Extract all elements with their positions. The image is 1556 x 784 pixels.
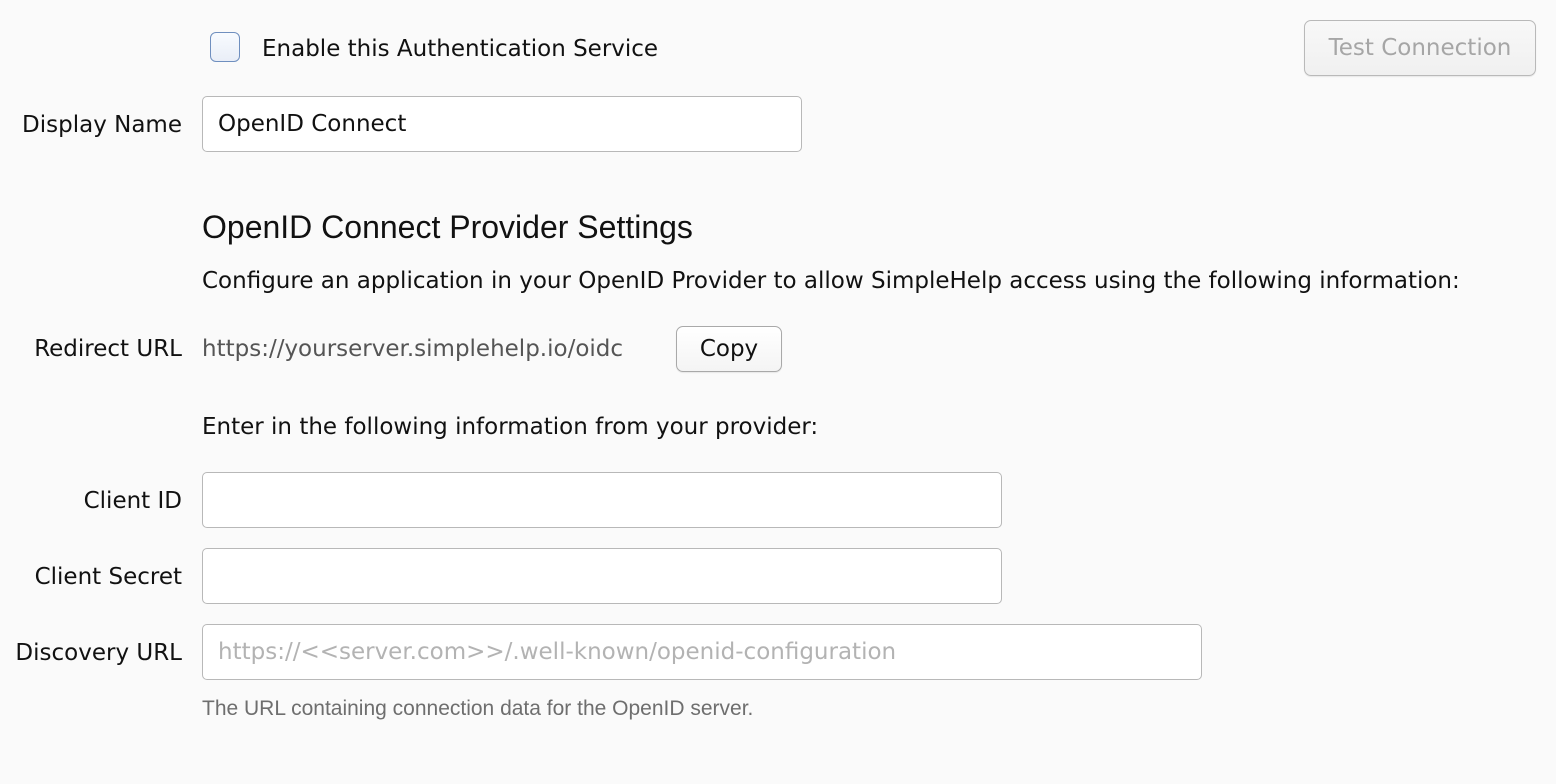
- enable-service-checkbox[interactable]: [210, 32, 240, 62]
- client-secret-label: Client Secret: [34, 564, 182, 590]
- client-id-field[interactable]: [202, 472, 1002, 528]
- section-title: OpenID Connect Provider Settings: [202, 209, 693, 245]
- copy-button[interactable]: Copy: [676, 326, 782, 372]
- redirect-url-label: Redirect URL: [34, 336, 182, 362]
- client-secret-field[interactable]: [202, 548, 1002, 604]
- display-name-label: Display Name: [22, 112, 182, 138]
- test-connection-button[interactable]: Test Connection: [1304, 20, 1536, 76]
- client-secret-input[interactable]: [218, 563, 986, 589]
- discovery-url-input[interactable]: [218, 639, 1186, 665]
- client-id-label: Client ID: [83, 488, 182, 514]
- enter-info-text: Enter in the following information from …: [202, 414, 819, 440]
- discovery-url-hint: The URL containing connection data for t…: [202, 697, 754, 720]
- auth-service-settings-page: Enable this Authentication Service Test …: [0, 0, 1556, 784]
- display-name-input[interactable]: [218, 111, 786, 137]
- redirect-url-value: https://yourserver.simplehelp.io/oidc: [202, 336, 624, 362]
- discovery-url-label: Discovery URL: [15, 640, 182, 666]
- discovery-url-field[interactable]: [202, 624, 1202, 680]
- enable-service-label[interactable]: Enable this Authentication Service: [262, 35, 658, 63]
- display-name-field[interactable]: [202, 96, 802, 152]
- client-id-input[interactable]: [218, 487, 986, 513]
- provider-description: Configure an application in your OpenID …: [202, 268, 1460, 294]
